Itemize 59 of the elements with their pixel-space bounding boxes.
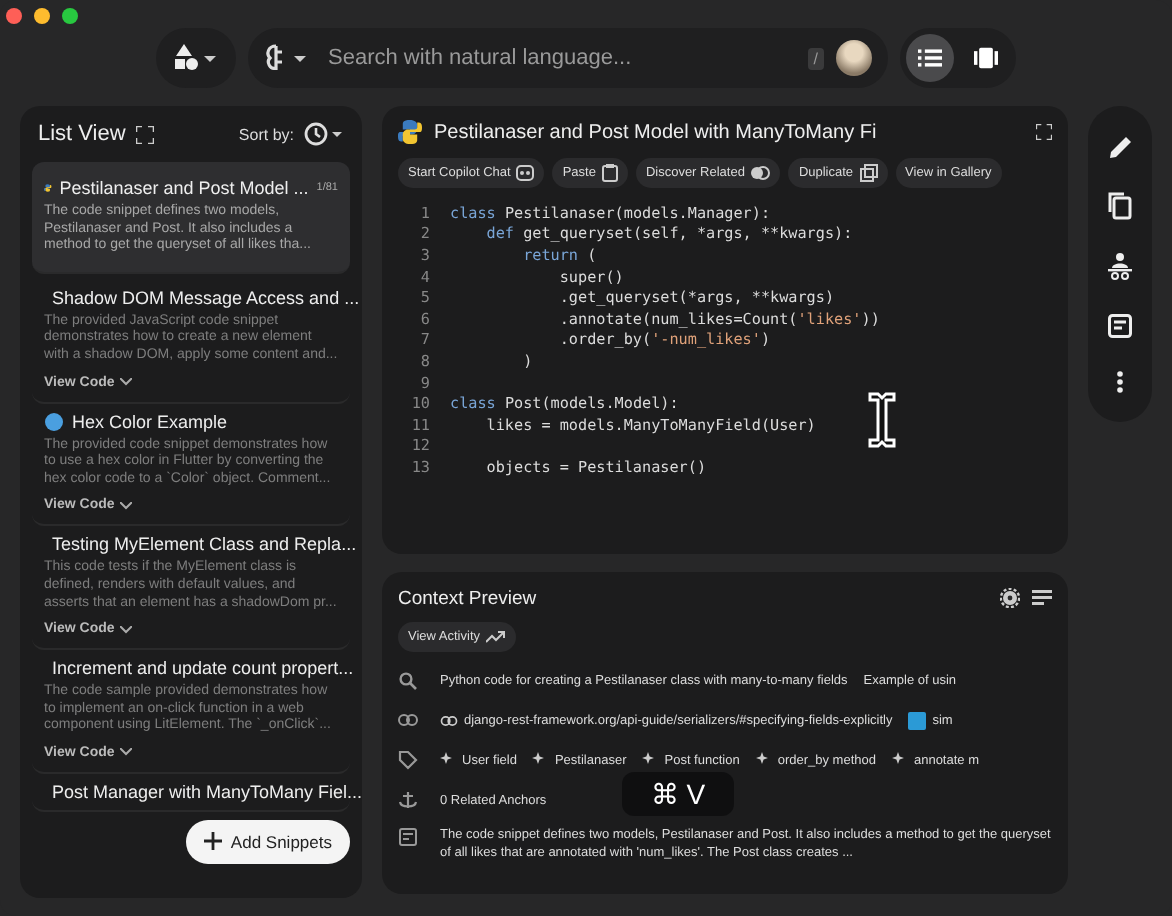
snippet-title: Post Manager with ManyToMany Fiel... [52,781,362,802]
search-icon [398,671,418,689]
shapes-menu-button[interactable] [156,28,236,88]
trend-icon [486,630,507,644]
list-view-button[interactable] [906,34,954,82]
close-window-button[interactable] [6,8,22,24]
zoom-window-button[interactable] [62,8,78,24]
clock-icon[interactable] [304,122,344,146]
note-icon[interactable] [1108,313,1132,338]
anchor-icon [398,790,418,810]
text-cursor-icon [868,392,896,448]
caret-icon [120,378,133,387]
tag-icon [398,750,418,770]
sort-label: Sort by: [238,125,294,143]
snippet-heading: Pestilanaser and Post Model with ManyToMany Fi [434,121,877,143]
robot-icon [516,164,535,182]
snippet-title: Increment and update count propert... [52,658,354,679]
clipboard-icon [601,164,618,182]
expand-icon[interactable] [1036,124,1052,140]
sparkle-icon [755,752,772,768]
add-snippets-button[interactable]: Add Snippets [186,819,350,864]
copy-icon[interactable] [1108,192,1132,221]
duplicate-icon [859,164,878,182]
toggle-icon [750,166,771,180]
more-icon[interactable] [1116,369,1124,394]
plus-icon [204,832,223,851]
site-icon [908,711,927,729]
shortcut-toast: ⌘ V [622,772,734,816]
shapes-icon [174,44,218,72]
drop-icon [44,411,64,432]
link-icon [398,714,418,726]
snippet-title: Pestilanaser and Post Model ... [59,178,309,198]
panel-title: List View [38,122,126,146]
shortcut-key: / [807,47,824,69]
settings-icon[interactable] [1000,588,1020,608]
caret-icon [120,501,133,510]
panel-title: Context Preview [398,587,537,609]
expand-icon[interactable] [135,125,154,143]
caret-icon [120,625,133,634]
carousel-icon [974,46,998,70]
minimize-window-button[interactable] [34,8,50,24]
caret-icon [120,748,133,757]
note-icon [398,828,418,846]
avatar[interactable] [836,40,872,76]
pencil-icon[interactable] [1107,134,1133,161]
sparkle-icon [642,752,659,768]
person-icon[interactable] [1108,252,1132,281]
snippet-title: Hex Color Example [72,411,230,432]
search-input[interactable]: Search with natural language... [324,44,796,72]
sparkle-icon [891,752,908,768]
link-icon [440,715,458,725]
list-icon [918,46,942,70]
python-icon [398,120,422,144]
sparkle-icon [532,752,549,768]
python-icon [44,178,52,198]
search-field[interactable]: Search with natural language... / [248,28,888,88]
brain-icon[interactable] [264,44,312,72]
sparkle-icon [440,752,456,768]
lines-icon[interactable] [1032,590,1052,606]
